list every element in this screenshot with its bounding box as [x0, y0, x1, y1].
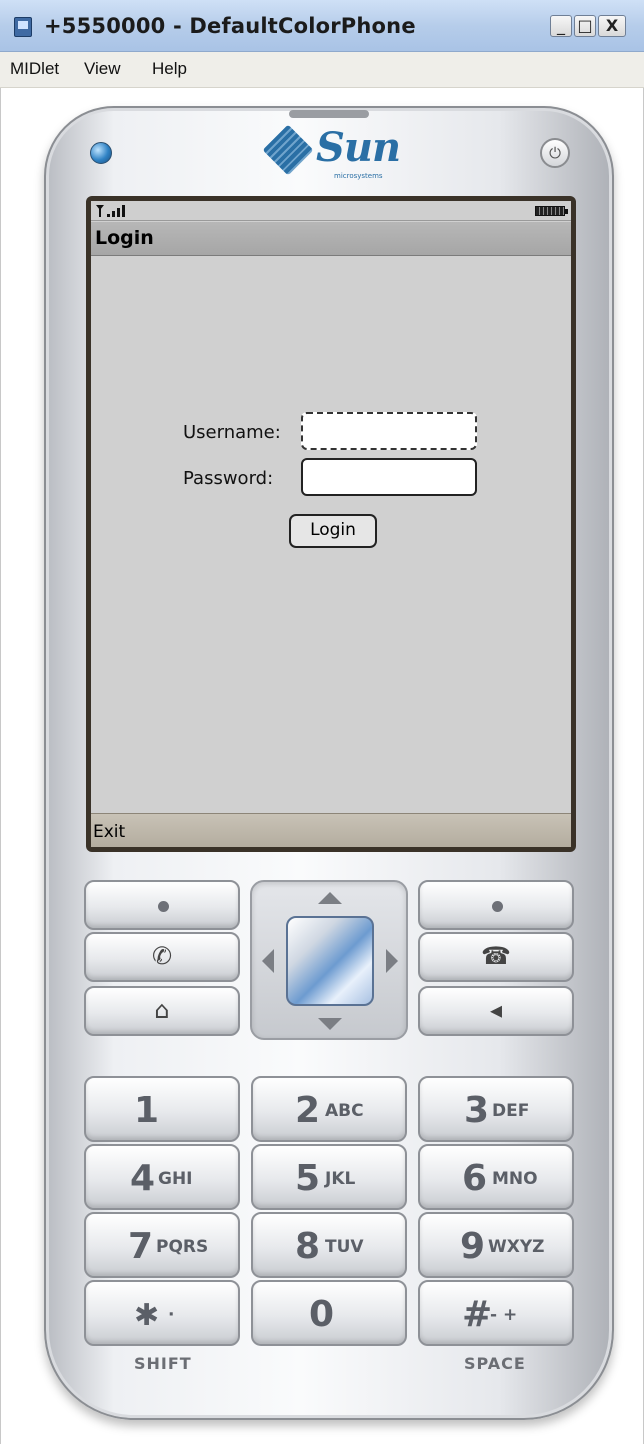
right-soft-key[interactable] — [418, 880, 574, 930]
sun-logo-diamond-icon — [262, 124, 314, 176]
dpad-right-arrow-icon[interactable] — [386, 949, 398, 973]
home-icon: ⌂ — [154, 996, 170, 1024]
key-digit: 5 — [295, 1158, 321, 1199]
end-call-key[interactable]: ☎ — [418, 932, 574, 982]
window-title: +5550000 - DefaultColorPhone — [44, 14, 416, 38]
key-digit: 7 — [128, 1226, 154, 1267]
menu-bar: MIDlet View Help — [0, 52, 644, 88]
sun-logo: Sun microsystems — [262, 124, 401, 188]
key-letters: GHI — [158, 1169, 193, 1189]
minimize-button[interactable]: _ — [550, 15, 572, 37]
dpad-left-arrow-icon[interactable] — [262, 949, 274, 973]
phone-app-icon — [14, 17, 32, 37]
shift-caption: SHIFT — [134, 1354, 192, 1373]
key-letters: · — [168, 1305, 175, 1325]
key-letters: TUV — [325, 1237, 364, 1257]
menu-midlet[interactable]: MIDlet — [10, 59, 59, 79]
login-button[interactable]: Login — [289, 514, 377, 548]
screen-status-bar — [91, 201, 571, 221]
dpad-up-arrow-icon[interactable] — [318, 892, 342, 904]
key-letters: DEF — [492, 1101, 530, 1121]
key-2[interactable]: 2 ABC — [251, 1076, 407, 1142]
key-9[interactable]: 9 WXYZ — [418, 1212, 574, 1278]
maximize-button[interactable]: □ — [574, 15, 596, 37]
close-button[interactable]: X — [598, 15, 626, 37]
sun-logo-word: Sun — [316, 124, 401, 171]
key-digit: 8 — [295, 1226, 321, 1267]
key-7[interactable]: 7 PQRS — [84, 1212, 240, 1278]
key-letters: - + — [490, 1305, 518, 1325]
screen-title-bar: Login — [91, 222, 571, 256]
call-key[interactable]: ✆ — [84, 932, 240, 982]
key-digit: # — [462, 1294, 493, 1335]
key-3[interactable]: 3 DEF — [418, 1076, 574, 1142]
username-label: Username: — [183, 422, 281, 443]
key-letters: JKL — [325, 1169, 356, 1189]
menu-help[interactable]: Help — [152, 59, 187, 79]
earpiece-speaker — [289, 110, 369, 118]
key-8[interactable]: 8 TUV — [251, 1212, 407, 1278]
star-icon: ✱ — [134, 1298, 160, 1333]
phone-call-icon: ✆ — [151, 942, 173, 970]
softkey-bar: Exit — [91, 813, 571, 847]
key-digit: 0 — [309, 1294, 335, 1335]
battery-icon — [535, 206, 568, 216]
key-letters: WXYZ — [488, 1237, 545, 1257]
signal-strength-icon — [96, 205, 125, 217]
key-digit: 1 — [134, 1090, 160, 1131]
exit-softkey[interactable]: Exit — [93, 822, 125, 842]
menu-view[interactable]: View — [84, 59, 121, 79]
key-star[interactable]: ✱ · — [84, 1280, 240, 1346]
key-1[interactable]: 1 — [84, 1076, 240, 1142]
key-0[interactable]: 0 — [251, 1280, 407, 1346]
screen-bezel: Login Username: Password: Login Exit — [86, 196, 576, 852]
end-call-icon: ☎ — [481, 942, 511, 970]
key-4[interactable]: 4 GHI — [84, 1144, 240, 1210]
password-field[interactable] — [301, 458, 477, 496]
screen-title: Login — [95, 227, 154, 249]
key-6[interactable]: 6 MNO — [418, 1144, 574, 1210]
key-hash[interactable]: # - + — [418, 1280, 574, 1346]
key-letters: ABC — [325, 1101, 364, 1121]
username-field[interactable] — [301, 412, 477, 450]
key-digit: 6 — [462, 1158, 488, 1199]
dpad-down-arrow-icon[interactable] — [318, 1018, 342, 1030]
home-key[interactable]: ⌂ — [84, 986, 240, 1036]
clear-key[interactable]: ◂ — [418, 986, 574, 1036]
dot-icon — [158, 901, 169, 912]
space-caption: SPACE — [464, 1354, 526, 1373]
password-label: Password: — [183, 468, 274, 489]
back-clear-icon: ◂ — [489, 996, 503, 1024]
key-letters: PQRS — [156, 1237, 209, 1257]
left-soft-key[interactable] — [84, 880, 240, 930]
key-digit: 4 — [130, 1158, 156, 1199]
key-letters: MNO — [492, 1169, 538, 1189]
key-5[interactable]: 5 JKL — [251, 1144, 407, 1210]
key-digit: 3 — [464, 1090, 490, 1131]
window-titlebar[interactable]: +5550000 - DefaultColorPhone _ □ X — [0, 0, 644, 52]
dpad-select-button[interactable] — [286, 916, 374, 1006]
key-digit: 9 — [460, 1226, 486, 1267]
dot-icon — [492, 901, 503, 912]
power-button[interactable]: ⏻ — [540, 138, 570, 168]
directional-pad — [250, 880, 408, 1040]
key-digit: 2 — [295, 1090, 321, 1131]
status-led — [90, 142, 112, 164]
phone-screen: Login Username: Password: Login Exit — [91, 201, 571, 847]
sun-logo-subtext: microsystems — [334, 172, 383, 180]
